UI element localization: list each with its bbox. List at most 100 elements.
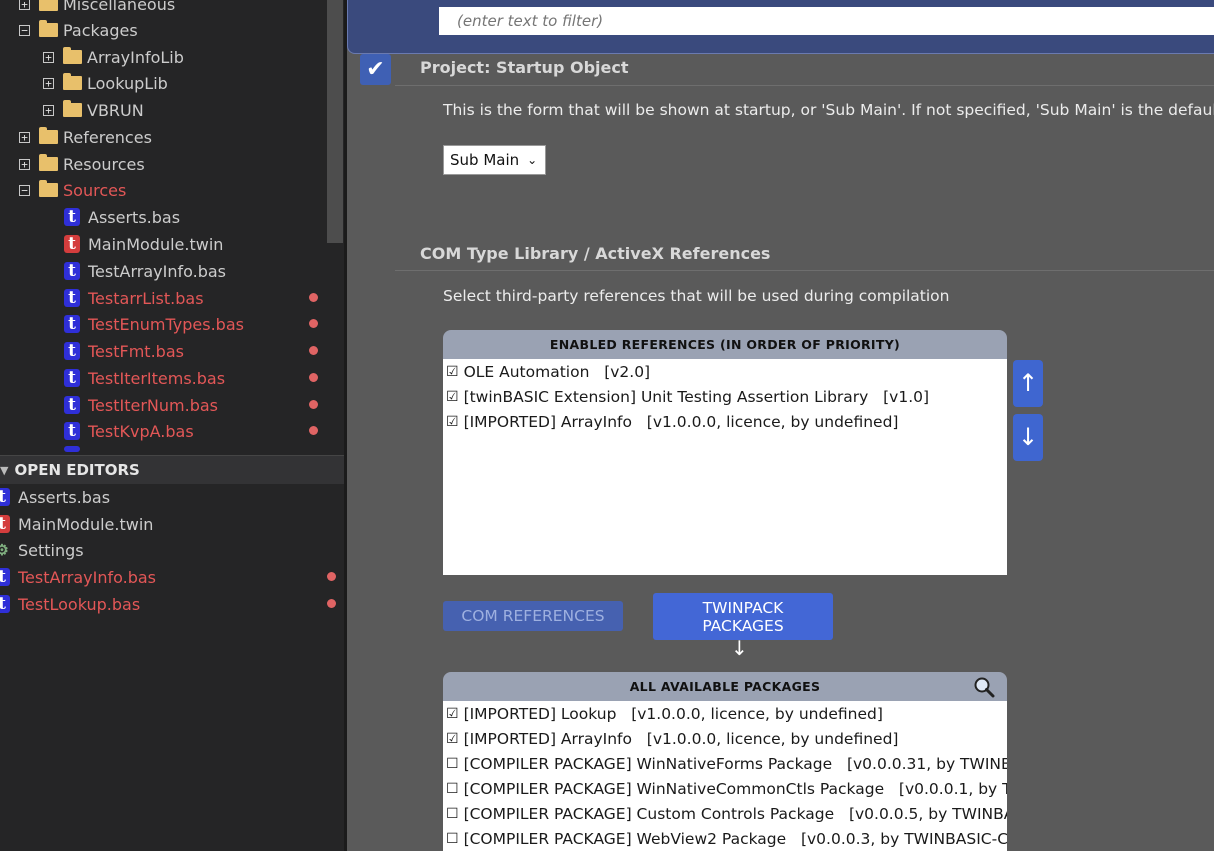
enabled-reference-item[interactable]: ☑ [twinBASIC Extension] Unit Testing Ass…: [443, 384, 1007, 409]
basic-file-icon: [64, 446, 80, 452]
tree-item-label: MainModule.twin: [88, 234, 224, 254]
open-editor-mainmodule[interactable]: t MainModule.twin: [0, 511, 153, 537]
checkbox-unchecked-icon[interactable]: ☐: [446, 781, 459, 797]
tree-item-references[interactable]: + References: [19, 124, 152, 150]
move-up-button[interactable]: ↑: [1013, 360, 1043, 407]
startup-object-title: Project: Startup Object: [420, 58, 629, 77]
open-editor-testlookup[interactable]: t TestLookup.bas: [0, 591, 140, 617]
open-editor-asserts[interactable]: t Asserts.bas: [0, 484, 110, 510]
tree-file-testiternum[interactable]: t TestIterNum.bas: [64, 392, 218, 418]
checkbox-checked-icon[interactable]: ☑: [446, 706, 459, 722]
sidebar-scrollbar[interactable]: [327, 0, 343, 243]
chevron-down-icon[interactable]: ▼: [0, 464, 8, 477]
open-editors-header[interactable]: ▼ OPEN EDITORS: [0, 455, 344, 484]
checkbox-checked-icon[interactable]: ☑: [446, 389, 459, 405]
checkbox-unchecked-icon[interactable]: ☐: [446, 831, 459, 847]
tree-item-sources[interactable]: − Sources: [19, 177, 126, 203]
checkbox-checked-icon[interactable]: ☑: [446, 414, 459, 430]
tree-file-asserts[interactable]: t Asserts.bas: [64, 204, 180, 230]
open-editor-label: Asserts.bas: [18, 487, 111, 507]
package-meta: [v0.0.0.3, by TWINBASIC-CC: [800, 829, 1007, 848]
tree-item-arrayinfolib[interactable]: + ArrayInfoLib: [43, 44, 184, 70]
startup-object-checkbox[interactable]: ✔: [360, 54, 391, 85]
arrow-up-icon: ↑: [1017, 369, 1039, 397]
folder-icon: [63, 100, 82, 117]
checkbox-unchecked-icon[interactable]: ☐: [446, 756, 459, 772]
collapse-icon[interactable]: −: [19, 24, 30, 36]
tree-file-testfmt[interactable]: t TestFmt.bas: [64, 338, 184, 364]
modified-dot-icon: [327, 599, 336, 608]
reference-name: OLE Automation: [463, 362, 590, 381]
startup-object-description: This is the form that will be shown at s…: [443, 101, 1214, 119]
arrow-down-icon: ↓: [1017, 423, 1039, 451]
available-package-item[interactable]: ☑ [IMPORTED] Lookup [v1.0.0.0, licence, …: [443, 701, 1007, 726]
expand-icon[interactable]: +: [19, 158, 30, 170]
enabled-reference-item[interactable]: ☑ OLE Automation [v2.0]: [443, 359, 1007, 384]
enabled-references-list[interactable]: ☑ OLE Automation [v2.0] ☑ [twinBASIC Ext…: [443, 359, 1007, 575]
tree-file-testkvpa[interactable]: t TestKvpA.bas: [64, 418, 194, 444]
tree-item-label: TestFmt.bas: [88, 341, 184, 361]
open-editor-settings[interactable]: ⚙ Settings: [0, 537, 84, 563]
basic-file-icon: t: [64, 342, 80, 360]
tree-item-label: VBRUN: [87, 100, 144, 120]
available-package-item[interactable]: ☐ [COMPILER PACKAGE] WebView2 Package [v…: [443, 826, 1007, 851]
open-editor-label: MainModule.twin: [18, 514, 154, 534]
tree-file-testenumtypes[interactable]: t TestEnumTypes.bas: [64, 311, 244, 337]
tree-item-label: TestIterNum.bas: [88, 395, 218, 415]
filter-bar: [347, 0, 1214, 54]
package-name: [COMPILER PACKAGE] WebView2 Package: [463, 829, 787, 848]
checkbox-checked-icon[interactable]: ☑: [446, 731, 459, 747]
startup-object-select[interactable]: Sub Main ⌄: [443, 145, 546, 175]
checkbox-unchecked-icon[interactable]: ☐: [446, 806, 459, 822]
enabled-reference-item[interactable]: ☑ [IMPORTED] ArrayInfo [v1.0.0.0, licenc…: [443, 409, 1007, 434]
enabled-references-header: ENABLED REFERENCES (IN ORDER OF PRIORITY…: [443, 330, 1007, 359]
package-name: [COMPILER PACKAGE] WinNativeCommonCtls P…: [463, 779, 885, 798]
tree-item-label: ArrayInfoLib: [87, 47, 184, 67]
expand-icon[interactable]: +: [19, 0, 30, 10]
expand-icon[interactable]: +: [43, 104, 54, 116]
basic-file-icon: t: [64, 315, 80, 333]
twinpack-label-line1: TWINPACK: [702, 599, 784, 617]
checkbox-checked-icon[interactable]: ☑: [446, 364, 459, 380]
available-package-item[interactable]: ☐ [COMPILER PACKAGE] Custom Controls Pac…: [443, 801, 1007, 826]
folder-icon: [63, 73, 82, 90]
open-editor-label: TestLookup.bas: [18, 594, 141, 614]
com-references-description: Select third-party references that will …: [443, 287, 950, 305]
tree-item-packages[interactable]: − Packages: [19, 17, 138, 43]
folder-icon: [63, 47, 82, 64]
tree-item-vbrun[interactable]: + VBRUN: [43, 97, 144, 123]
twinpack-packages-tab-button[interactable]: TWINPACK PACKAGES: [653, 593, 833, 640]
modified-dot-icon: [327, 572, 336, 581]
chevron-down-icon: ⌄: [527, 153, 538, 167]
tree-file-testarrlist[interactable]: t TestarrList.bas: [64, 285, 204, 311]
tree-item-lookuplib[interactable]: + LookupLib: [43, 70, 168, 96]
open-editors-title: OPEN EDITORS: [14, 461, 140, 479]
basic-file-icon: t: [0, 488, 10, 506]
reference-name: [IMPORTED] ArrayInfo: [463, 412, 632, 431]
filter-input[interactable]: [439, 7, 1214, 35]
reference-name: [twinBASIC Extension] Unit Testing Asser…: [463, 387, 869, 406]
startup-object-selected: Sub Main: [450, 151, 520, 169]
tree-item-label: TestarrList.bas: [88, 288, 204, 308]
collapse-icon[interactable]: −: [19, 184, 30, 196]
tree-file-testiteritems[interactable]: t TestIterItems.bas: [64, 365, 225, 391]
available-package-item[interactable]: ☐ [COMPILER PACKAGE] WinNativeCommonCtls…: [443, 776, 1007, 801]
expand-icon[interactable]: +: [43, 51, 54, 63]
expand-icon[interactable]: +: [43, 77, 54, 89]
com-references-tab-button[interactable]: COM REFERENCES: [443, 601, 623, 631]
tree-item-resources[interactable]: + Resources: [19, 151, 145, 177]
tree-item-label: Miscellaneous: [63, 0, 176, 14]
available-packages-list[interactable]: ☑ [IMPORTED] Lookup [v1.0.0.0, licence, …: [443, 701, 1007, 851]
package-meta: [v0.0.0.1, by TV: [898, 779, 1007, 798]
open-editor-label: TestArrayInfo.bas: [18, 567, 156, 587]
basic-file-icon: t: [64, 262, 80, 280]
available-package-item[interactable]: ☑ [IMPORTED] ArrayInfo [v1.0.0.0, licenc…: [443, 726, 1007, 751]
search-icon[interactable]: [973, 676, 995, 698]
expand-icon[interactable]: +: [19, 131, 30, 143]
move-down-button[interactable]: ↓: [1013, 414, 1043, 461]
tree-file-mainmodule[interactable]: t MainModule.twin: [64, 231, 223, 257]
tree-file-testarrayinfo[interactable]: t TestArrayInfo.bas: [64, 258, 226, 284]
tree-item-miscellaneous[interactable]: + Miscellaneous: [19, 0, 175, 17]
open-editor-testarrayinfo[interactable]: t TestArrayInfo.bas: [0, 564, 156, 590]
available-package-item[interactable]: ☐ [COMPILER PACKAGE] WinNativeForms Pack…: [443, 751, 1007, 776]
